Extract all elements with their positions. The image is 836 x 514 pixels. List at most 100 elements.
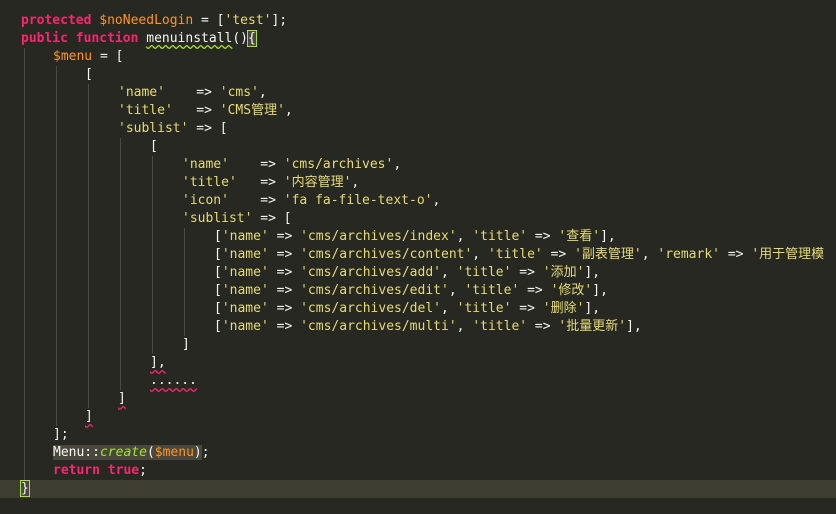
keyword: public — [21, 31, 68, 46]
code-line-4[interactable]: [ — [0, 66, 836, 84]
indent-guide — [24, 426, 25, 444]
punctuation: ], — [626, 319, 642, 334]
string-literal: '修改' — [550, 283, 593, 298]
indent-guide — [88, 246, 89, 264]
indent-guide — [24, 102, 25, 120]
code-line-20[interactable]: ], — [0, 354, 836, 372]
punctuation: , — [432, 193, 441, 208]
indent-guide — [88, 102, 89, 120]
matched-brace: } — [20, 480, 30, 497]
code-editor[interactable]: protected $noNeedLogin = ['test']; publi… — [0, 0, 836, 514]
indent-guide — [24, 120, 25, 138]
bracket: [ — [85, 67, 93, 82]
punctuation: , — [456, 229, 473, 244]
indent-guide — [24, 264, 25, 282]
indent-guide — [24, 246, 25, 264]
indent-guide — [56, 120, 57, 138]
array-key: 'sublist' — [182, 211, 253, 226]
keyword: protected — [21, 13, 92, 28]
arrow-operator: => — [519, 283, 551, 298]
indent-guide — [120, 300, 121, 318]
code-line-25[interactable]: Menu::create($menu); — [0, 444, 836, 462]
indent-guide — [24, 192, 25, 210]
array-key: 'title' — [472, 319, 528, 334]
string-literal: 'CMS管理' — [219, 103, 285, 118]
arrow-operator: => — [268, 265, 301, 280]
indent-guide — [56, 102, 57, 120]
indent-guide — [120, 336, 121, 354]
arrow-operator: => — [268, 301, 301, 316]
indent-guide — [56, 246, 57, 264]
arrow-operator: => — [172, 103, 220, 118]
code-line-1[interactable]: protected $noNeedLogin = ['test']; — [0, 12, 836, 30]
code-line-11[interactable]: 'icon' => 'fa fa-file-text-o', — [0, 192, 836, 210]
code-line-13[interactable]: ['name' => 'cms/archives/index', 'title'… — [0, 228, 836, 246]
code-line-3[interactable]: $menu = [ — [0, 48, 836, 66]
code-line-22[interactable]: ] — [0, 390, 836, 408]
punctuation: , — [441, 265, 457, 280]
array-key: 'remark' — [657, 247, 720, 262]
bracket: ] — [85, 409, 93, 424]
code-line-16[interactable]: ['name' => 'cms/archives/edit', 'title' … — [0, 282, 836, 300]
arrow-operator: => [ — [188, 121, 228, 136]
indent-guide — [88, 372, 89, 390]
indent-guide — [56, 408, 57, 426]
operator: = [ — [92, 49, 124, 64]
code-line-26[interactable]: return true; — [0, 462, 836, 480]
array-key: 'title' — [118, 103, 173, 118]
bracket: ] — [118, 391, 126, 406]
code-line-21[interactable]: ...... — [0, 372, 836, 390]
string-literal: 'cms/archives/edit' — [300, 283, 449, 298]
punctuation: ; — [139, 463, 147, 478]
indent-guide — [24, 156, 25, 174]
code-line-9[interactable]: 'name' => 'cms/archives', — [0, 156, 836, 174]
code-line-23[interactable]: ] — [0, 408, 836, 426]
arrow-operator: => — [511, 265, 543, 280]
indent-guide — [24, 48, 25, 66]
arrow-operator: => — [527, 229, 559, 244]
indent-guide — [56, 174, 57, 192]
code-line-6[interactable]: 'title' => 'CMS管理', — [0, 102, 836, 120]
indent-guide — [56, 138, 57, 156]
ellipsis: ...... — [150, 373, 197, 388]
code-line-2[interactable]: public function menuinstall(){ — [0, 30, 836, 48]
function-name: menuinstall — [146, 31, 233, 46]
indent-guide — [120, 156, 121, 174]
code-line-8[interactable]: [ — [0, 138, 836, 156]
string-literal: 'cms/archives/del' — [300, 301, 441, 316]
indent-guide — [120, 372, 121, 390]
punctuation: , — [441, 301, 457, 316]
arrow-operator: => — [527, 319, 559, 334]
code-line-12[interactable]: 'sublist' => [ — [0, 210, 836, 228]
indent-guide — [24, 444, 25, 462]
indent-guide — [88, 300, 89, 318]
code-line-15[interactable]: ['name' => 'cms/archives/add', 'title' =… — [0, 264, 836, 282]
punctuation: , — [641, 247, 658, 262]
code-line-19[interactable]: ] — [0, 336, 836, 354]
code-line-24[interactable]: ]; — [0, 426, 836, 444]
code-line-27[interactable]: } — [0, 480, 836, 498]
indent-guide — [56, 66, 57, 84]
string-literal: 'fa fa-file-text-o' — [283, 193, 433, 208]
punctuation: ; — [201, 445, 210, 460]
indent-guide — [88, 282, 89, 300]
code-line-5[interactable]: 'name' => 'cms', — [0, 84, 836, 102]
array-key: 'title' — [472, 229, 528, 244]
indent-guide — [120, 138, 121, 156]
punctuation: , — [351, 175, 360, 190]
code-line-17[interactable]: ['name' => 'cms/archives/del', 'title' =… — [0, 300, 836, 318]
indent-guide — [88, 174, 89, 192]
code-line-7[interactable]: 'sublist' => [ — [0, 120, 836, 138]
string-literal: 'cms/archives/multi' — [300, 319, 457, 334]
operator: = [ — [193, 13, 225, 28]
code-line-14[interactable]: ['name' => 'cms/archives/content', 'titl… — [0, 246, 836, 264]
indent-guide — [152, 192, 153, 210]
indent-guide — [120, 192, 121, 210]
code-line-10[interactable]: 'title' => '内容管理', — [0, 174, 836, 192]
indent-guide — [152, 300, 153, 318]
indent-guide — [56, 354, 57, 372]
indent-guide — [56, 372, 57, 390]
code-line-18[interactable]: ['name' => 'cms/archives/multi', 'title'… — [0, 318, 836, 336]
indent-guide — [184, 318, 185, 336]
indent-guide — [24, 138, 25, 156]
